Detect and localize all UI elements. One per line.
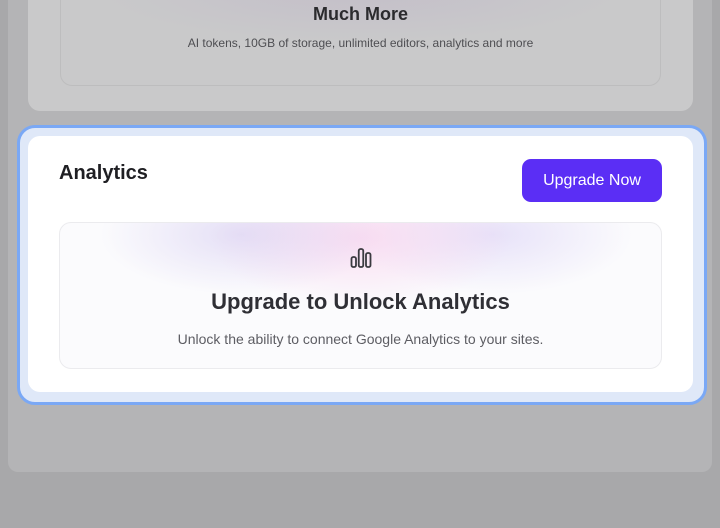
promo-title: Upgrade to Unlock Analytics: [211, 289, 510, 314]
bar-chart-icon: [350, 248, 372, 268]
analytics-card: Analytics Upgrade Now Upgrade to Unlock …: [28, 136, 693, 392]
analytics-locked-promo: Upgrade to Unlock Analytics Unlock the a…: [59, 222, 662, 369]
plan-features-description: AI tokens, 10GB of storage, unlimited ed…: [187, 36, 534, 50]
plan-features-box: Much More AI tokens, 10GB of storage, un…: [60, 0, 661, 86]
promo-description: Unlock the ability to connect Google Ana…: [177, 331, 544, 347]
backdrop-footer: [8, 472, 712, 528]
plan-features-title: Much More: [312, 4, 408, 24]
upgrade-now-button[interactable]: Upgrade Now: [522, 159, 662, 202]
analytics-card-title: Analytics: [59, 162, 148, 184]
